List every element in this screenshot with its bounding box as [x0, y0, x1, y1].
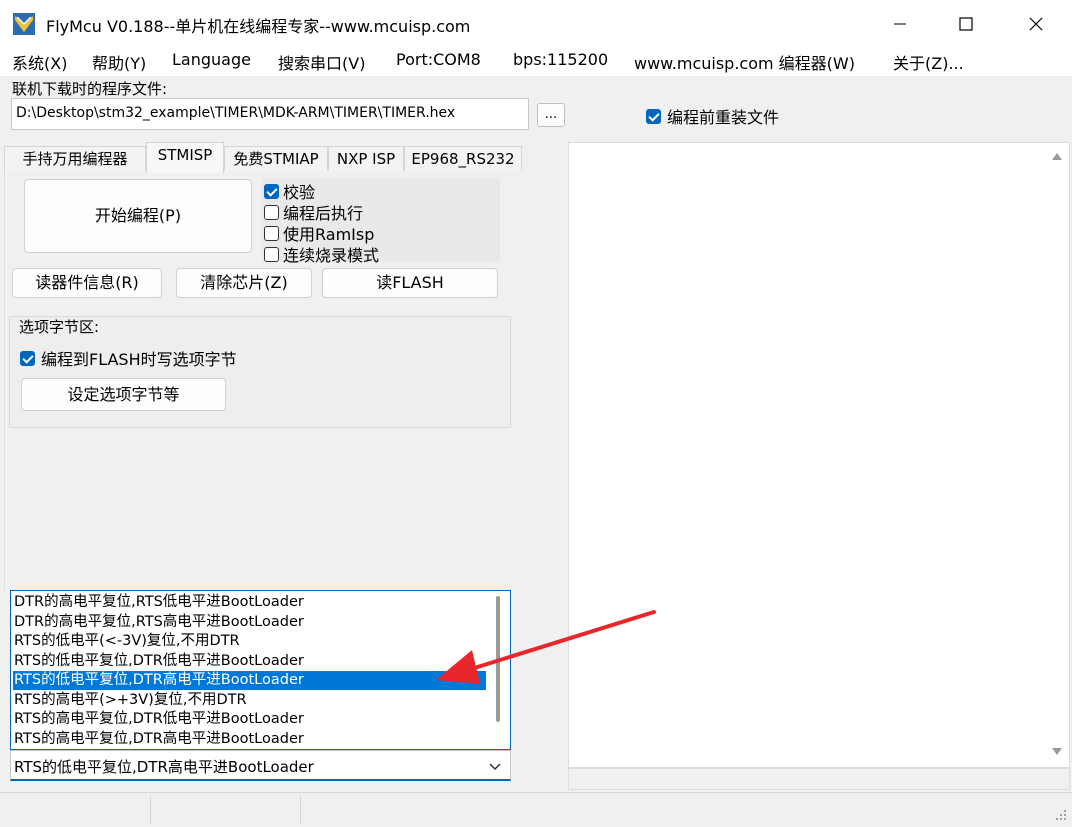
- maximize-icon: [959, 17, 973, 31]
- dropdown-option[interactable]: DTR的高电平复位,RTS低电平进BootLoader: [13, 593, 486, 612]
- tab-stmisp[interactable]: STMISP: [146, 142, 224, 173]
- write-option-bytes-label: 编程到FLASH时写选项字节: [41, 350, 237, 369]
- menu-help[interactable]: 帮助(Y): [92, 50, 146, 74]
- chevron-down-icon[interactable]: [484, 756, 506, 776]
- tab-handheld-programmer[interactable]: 手持万用编程器: [4, 146, 146, 172]
- continuous-burn-option[interactable]: 连续烧录模式: [264, 242, 379, 266]
- option-bytes-title: 选项字节区:: [19, 318, 100, 336]
- menu-about[interactable]: 关于(Z)...: [893, 50, 964, 74]
- dropdown-option-selected[interactable]: RTS的低电平复位,DTR高电平进BootLoader: [13, 671, 486, 691]
- erase-chip-button[interactable]: 清除芯片(Z): [176, 268, 312, 298]
- menu-system[interactable]: 系统(X): [12, 50, 67, 74]
- dropdown-option[interactable]: RTS的低电平复位,DTR低电平进BootLoader: [13, 652, 486, 671]
- window-title: FlyMcu V0.188--单片机在线编程专家--www.mcuisp.com: [46, 17, 471, 36]
- run-after-program-checkbox[interactable]: [264, 204, 279, 220]
- dropdown-option[interactable]: RTS的高电平(>+3V)复位,不用DTR: [13, 691, 486, 710]
- dropdown-option[interactable]: DTR的高电平复位,RTS高电平进BootLoader: [13, 613, 486, 632]
- continuous-burn-checkbox[interactable]: [264, 246, 279, 262]
- tab-nxp-isp[interactable]: NXP ISP: [328, 146, 404, 172]
- scroll-up-arrow-icon[interactable]: [1051, 151, 1063, 161]
- minimize-button[interactable]: [868, 0, 932, 48]
- menu-port[interactable]: Port:COM8: [396, 50, 481, 69]
- dtr-rts-dropdown-list[interactable]: DTR的高电平复位,RTS低电平进BootLoader DTR的高电平复位,RT…: [10, 590, 511, 750]
- reload-checkbox-label: 编程前重装文件: [667, 108, 780, 127]
- program-file-label: 联机下载时的程序文件:: [12, 80, 168, 98]
- dropdown-option[interactable]: RTS的高电平复位,DTR低电平进BootLoader: [13, 710, 486, 729]
- write-option-bytes-box[interactable]: [20, 350, 35, 366]
- scroll-down-arrow-icon[interactable]: [1051, 747, 1063, 757]
- resize-grip-icon[interactable]: [1052, 806, 1068, 822]
- menu-search-port[interactable]: 搜索串口(V): [278, 50, 365, 74]
- log-horizontal-scrollbar[interactable]: [568, 768, 1070, 790]
- maximize-button[interactable]: [934, 0, 998, 48]
- continuous-burn-label: 连续烧录模式: [283, 246, 380, 265]
- flymcu-app-icon: [13, 13, 35, 35]
- status-separator: [300, 796, 301, 824]
- menu-language[interactable]: Language: [172, 50, 251, 69]
- dropdown-option[interactable]: RTS的高电平复位,DTR高电平进BootLoader: [13, 730, 486, 749]
- dropdown-scrollbar-thumb[interactable]: [496, 596, 500, 722]
- verify-checkbox[interactable]: [264, 183, 279, 199]
- menu-programmer[interactable]: www.mcuisp.com 编程器(W): [634, 50, 855, 74]
- dtr-rts-select[interactable]: RTS的低电平复位,DTR高电平进BootLoader: [10, 750, 511, 781]
- set-option-bytes-button[interactable]: 设定选项字节等: [21, 378, 226, 411]
- log-vertical-scrollbar[interactable]: [1045, 143, 1069, 767]
- close-button[interactable]: [1004, 0, 1068, 48]
- menu-bps[interactable]: bps:115200: [513, 50, 608, 69]
- start-program-button[interactable]: 开始编程(P): [24, 179, 252, 253]
- log-output-pane[interactable]: [568, 142, 1070, 768]
- reload-checkbox-box[interactable]: [646, 108, 661, 124]
- close-icon: [1029, 17, 1043, 31]
- tab-free-stmiap[interactable]: 免费STMIAP: [224, 146, 328, 172]
- reload-before-program-checkbox[interactable]: 编程前重装文件: [646, 104, 779, 128]
- write-option-bytes-checkbox[interactable]: 编程到FLASH时写选项字节: [20, 346, 237, 370]
- dropdown-option[interactable]: RTS的低电平(<-3V)复位,不用DTR: [13, 632, 486, 651]
- use-ramisp-checkbox[interactable]: [264, 225, 279, 241]
- read-flash-button[interactable]: 读FLASH: [322, 268, 498, 298]
- status-separator: [150, 796, 151, 824]
- tab-ep968-rs232[interactable]: EP968_RS232: [404, 146, 522, 172]
- browse-button[interactable]: ...: [537, 103, 565, 127]
- program-file-path-input[interactable]: D:\Desktop\stm32_example\TIMER\MDK-ARM\T…: [11, 98, 529, 130]
- status-bar: [0, 792, 1072, 827]
- menu-bar: 系统(X) 帮助(Y) Language 搜索串口(V) Port:COM8 b…: [0, 48, 1072, 76]
- read-device-info-button[interactable]: 读器件信息(R): [12, 268, 162, 298]
- minimize-icon: [894, 23, 906, 25]
